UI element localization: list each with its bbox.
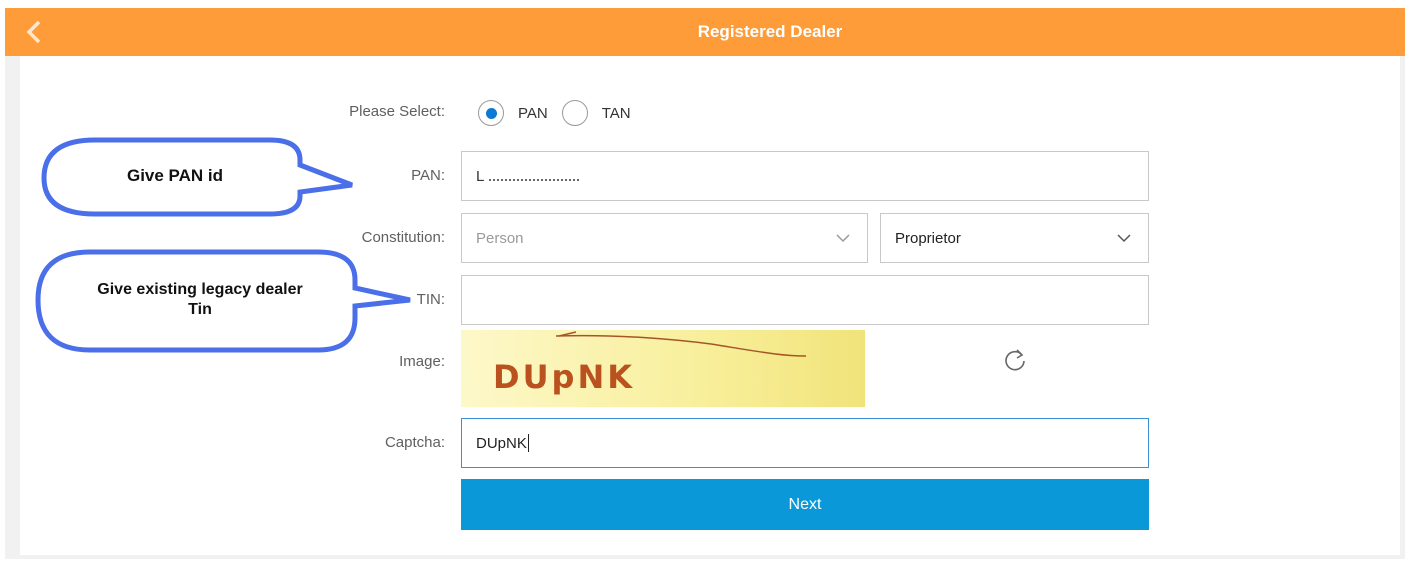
page-title: Registered Dealer	[697, 22, 843, 41]
tin-input[interactable]	[461, 275, 1149, 325]
callout-tin-text: Give existing legacy dealer Tin	[97, 281, 303, 318]
callout-pan-text: Give PAN id	[126, 166, 224, 185]
text-cursor	[527, 434, 529, 452]
pan-radio[interactable]	[478, 100, 504, 126]
captcha-input[interactable]: DUpNK	[461, 418, 1149, 468]
tan-radio[interactable]	[561, 100, 588, 126]
id-type-radio-group: PAN TAN	[478, 100, 645, 126]
tan-radio-label[interactable]: TAN	[602, 105, 631, 122]
refresh-icon[interactable]	[1000, 346, 1030, 376]
pan-radio-label[interactable]: PAN	[518, 105, 548, 122]
constitution-value: Person	[476, 229, 524, 247]
radio-selected-dot	[485, 107, 497, 119]
constitution-select[interactable]: Person	[461, 213, 868, 263]
captcha-value: DUpNK	[476, 434, 527, 452]
next-button[interactable]: Next	[461, 479, 1149, 530]
captcha-image-text: DUpNK	[493, 358, 636, 396]
captcha-label: Captcha:	[384, 434, 445, 451]
pan-value: L	[476, 167, 486, 185]
pan-masked-value	[489, 171, 580, 181]
constitution-subtype-select[interactable]: Proprietor	[880, 213, 1149, 263]
constitution-subtype-value: Proprietor	[895, 229, 961, 247]
pan-input[interactable]: L	[461, 151, 1149, 201]
captcha-image: DUpNK	[461, 330, 865, 407]
chevron-down-icon	[836, 234, 850, 243]
chevron-down-icon	[1117, 234, 1131, 243]
